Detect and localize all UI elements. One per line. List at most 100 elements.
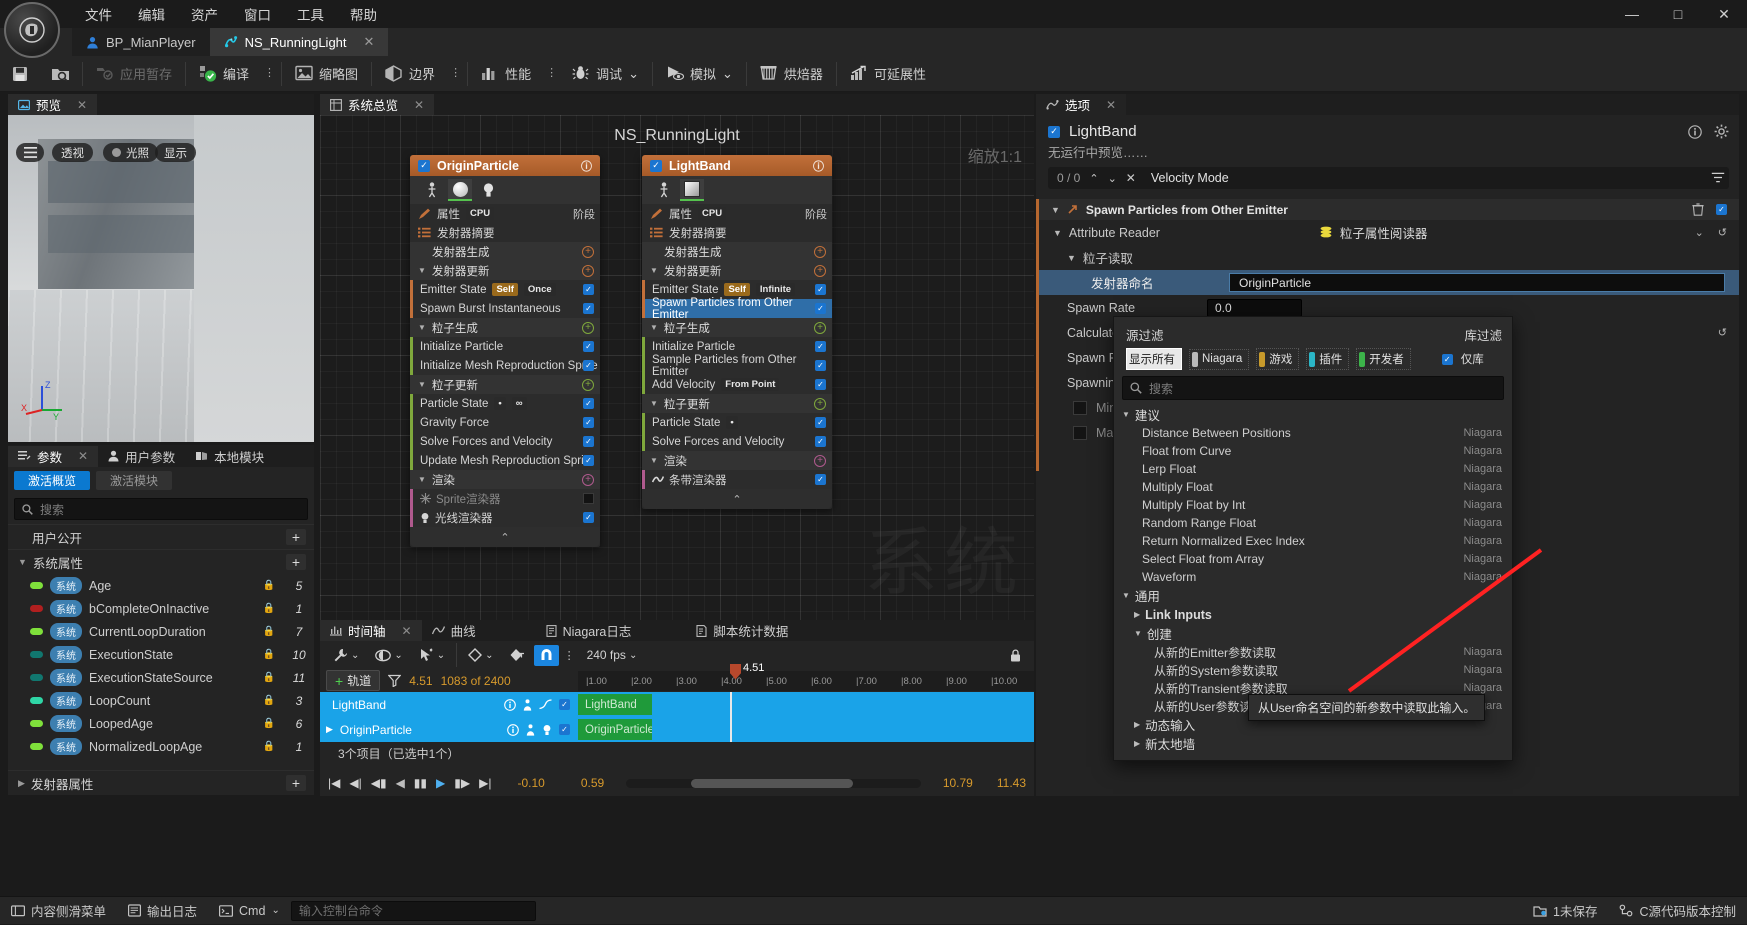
preview-close-icon[interactable]: ✕	[77, 98, 87, 112]
info-icon[interactable]: ⓘ	[581, 158, 592, 174]
track-enabled-checkbox[interactable]: ✓	[559, 724, 570, 735]
clip-extent-lightband[interactable]	[652, 694, 1012, 715]
parameter-value[interactable]: 1	[284, 740, 314, 754]
section-system-attributes[interactable]: ▼ 系统属性 +	[8, 549, 314, 574]
chevron-down-icon[interactable]: ⌄	[722, 66, 733, 82]
snap-options-button[interactable]: ⋮	[561, 644, 578, 666]
revision-control-button[interactable]: C源代码版本控制	[1608, 897, 1747, 925]
add-module-button[interactable]: +	[814, 454, 826, 467]
reverse-button[interactable]: ◀	[396, 776, 405, 790]
console-command-input[interactable]: 输入控制台命令	[290, 900, 536, 921]
tab-niagara-log[interactable]: Niagara日志	[536, 620, 642, 641]
attribute-reader-reset-icon[interactable]: ↺	[1718, 226, 1727, 239]
stage-label[interactable]: 阶段	[805, 206, 827, 222]
track-enabled-checkbox[interactable]: ✓	[559, 699, 570, 710]
maximum-checkbox[interactable]	[1073, 425, 1087, 440]
chevron-down-icon[interactable]: ⌄	[628, 66, 639, 82]
baker-button[interactable]: 烘焙器	[749, 56, 834, 92]
emitter-module-row[interactable]: Update Mesh Reproduction Sprite ✓	[410, 451, 600, 470]
next-key-button[interactable]: ▶|	[479, 776, 491, 790]
emitter-name-input[interactable]: OriginParticle	[1229, 273, 1725, 292]
source-filter-插件[interactable]: 插件	[1306, 348, 1350, 370]
scalability-button[interactable]: 可延展性	[839, 56, 937, 92]
add-module-button[interactable]: +	[582, 378, 594, 391]
emitter-enabled-checkbox[interactable]: ✓	[650, 159, 662, 172]
chevron-down-icon[interactable]: ▼	[18, 557, 27, 567]
parameter-row[interactable]: 系统 LoopCount 🔒 3	[8, 689, 314, 712]
range-start-label[interactable]: -0.10	[517, 776, 544, 790]
emitter-module-row[interactable]: Initialize Particle ✓	[410, 337, 600, 356]
dropdown-item[interactable]: Float from Curve Niagara	[1114, 442, 1512, 460]
menu-assets[interactable]: 资产	[178, 1, 231, 27]
chevron-down-icon[interactable]: ▼	[418, 380, 426, 389]
attribute-reader-row[interactable]: ▼ Attribute Reader 粒子属性阅读器 ⌄ ↺	[1036, 220, 1739, 245]
range-end-label[interactable]: 11.43	[997, 776, 1026, 790]
save-button[interactable]	[0, 56, 40, 92]
emitter-module-row[interactable]: Sprite渲染器	[410, 489, 600, 508]
dropdown-item[interactable]: 从新的Emitter参数读取 Niagara	[1114, 643, 1512, 661]
viewport-perspective-button[interactable]: 透视	[52, 143, 93, 162]
emitter-section-发射器更新[interactable]: ▼ 发射器更新 +	[410, 261, 600, 280]
add-system-attribute-button[interactable]: +	[286, 554, 306, 570]
info-icon[interactable]: ⓘ	[813, 158, 824, 174]
chevron-icon[interactable]: ▼	[1134, 629, 1142, 638]
emitter-stack-originparticle[interactable]: ✓ OriginParticle ⓘ 属性 CPU 阶段 发射器摘要 发射器生成 + ▼ 发射器更新…	[410, 155, 600, 547]
add-module-button[interactable]: +	[814, 397, 826, 410]
parameter-row[interactable]: 系统 CurrentLoopDuration 🔒 7	[8, 620, 314, 643]
dropdown-item[interactable]: Select Float from Array Niagara	[1114, 550, 1512, 568]
clip-lightband[interactable]: LightBand	[578, 694, 652, 715]
particle-read-row[interactable]: ▼ 粒子读取	[1036, 245, 1739, 270]
emitter-collapse-button[interactable]: ⌃	[642, 489, 832, 509]
tab-local-modules[interactable]: 本地模块	[185, 446, 274, 467]
module-enabled-checkbox[interactable]: ✓	[583, 341, 594, 352]
dropdown-subgroup-创建[interactable]: ▼ 创建	[1114, 624, 1512, 643]
menu-tools[interactable]: 工具	[284, 1, 337, 27]
emitter-enabled-checkbox[interactable]: ✓	[1048, 125, 1060, 138]
dropdown-item[interactable]: Waveform Niagara	[1114, 568, 1512, 586]
chevron-down-icon[interactable]: ▼	[650, 266, 658, 275]
menu-edit[interactable]: 编辑	[125, 1, 178, 27]
emitter-section-渲染[interactable]: ▼ 渲染 +	[410, 470, 600, 489]
chevron-icon[interactable]: ▶	[1134, 739, 1140, 748]
source-filter-显示所有[interactable]: 显示所有	[1126, 348, 1182, 370]
debug-button[interactable]: 调试 ⌄	[561, 56, 650, 92]
pointer-tool-button[interactable]: ⌄	[412, 644, 452, 666]
parameter-row[interactable]: 系统 ExecutionState 🔒 10	[8, 643, 314, 666]
parameter-row[interactable]: 系统 LoopedAge 🔒 6	[8, 712, 314, 735]
emitter-module-row[interactable]: 光线渲染器 ✓	[410, 508, 600, 527]
unreal-logo-icon[interactable]	[4, 2, 60, 58]
parameter-value[interactable]: 10	[284, 648, 314, 662]
performance-button[interactable]: 性能	[470, 56, 542, 92]
dropdown-item[interactable]: Multiply Float by Int Niagara	[1114, 496, 1512, 514]
close-window-button[interactable]: ✕	[1701, 0, 1747, 28]
eye-tool-button[interactable]: ⌄	[368, 644, 409, 666]
chevron-down-icon[interactable]: ▼	[650, 323, 658, 332]
section-user-exposed[interactable]: 用户公开 +	[8, 524, 314, 549]
filter-icon[interactable]	[388, 674, 402, 687]
parameter-value[interactable]: 3	[284, 694, 314, 708]
bounds-options-button[interactable]: ⋮	[446, 56, 465, 92]
info-icon[interactable]	[507, 723, 519, 736]
menu-file[interactable]: 文件	[72, 1, 125, 27]
snap-toggle-button[interactable]	[533, 644, 559, 666]
parameter-row[interactable]: 系统 bCompleteOnInactive 🔒 1	[8, 597, 314, 620]
module-header-row[interactable]: ▼ Spawn Particles from Other Emitter ✓	[1036, 199, 1739, 220]
compile-button[interactable]: 编译	[188, 56, 260, 92]
module-enabled-checkbox[interactable]: ✓	[583, 512, 594, 523]
prev-key-button[interactable]: ◀|	[349, 776, 361, 790]
emitter-enabled-checkbox[interactable]: ✓	[418, 159, 430, 172]
module-enabled-checkbox[interactable]: ✓	[583, 398, 594, 409]
emitter-thumb-person-icon[interactable]	[420, 179, 444, 201]
activation-overview-toggle[interactable]: 激活概览	[14, 471, 91, 490]
tab-ns-runninglight[interactable]: NS_RunningLight ✕	[209, 28, 389, 56]
options-search-bar[interactable]: 0 / 0 ⌃ ⌄ ✕ Velocity Mode	[1048, 167, 1729, 189]
dropdown-subgroup-Link Inputs[interactable]: ▶ Link Inputs	[1114, 605, 1512, 624]
emitter-section-粒子生成[interactable]: ▼ 粒子生成 +	[642, 318, 832, 337]
module-enabled-checkbox[interactable]: ✓	[583, 436, 594, 447]
add-module-button[interactable]: +	[582, 473, 594, 486]
chevron-down-icon[interactable]: ▼	[418, 323, 426, 332]
emitter-thumb-band-icon[interactable]	[680, 179, 704, 201]
keyframe-tool-button[interactable]: ⌄	[461, 644, 500, 666]
tab-timeline[interactable]: 时间轴 ✕	[320, 620, 422, 641]
timeline-lock-button[interactable]	[1003, 644, 1028, 666]
